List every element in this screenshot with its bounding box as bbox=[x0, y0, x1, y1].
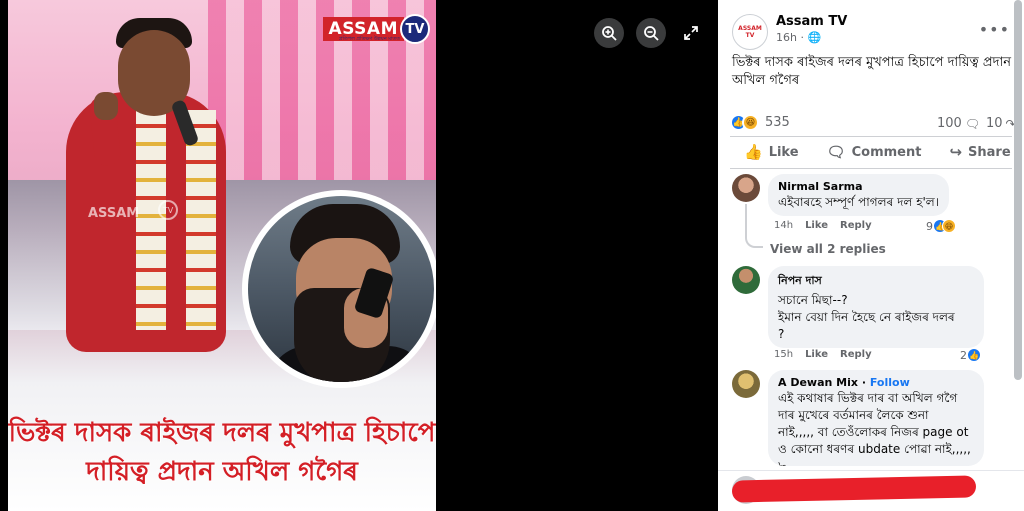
share-button[interactable]: ↪ Share bbox=[935, 138, 1024, 166]
watermark: ASSAM bbox=[88, 206, 140, 221]
post-header: ASSAM TV Assam TV 16h · 🌐 bbox=[732, 14, 847, 50]
reaction-summary[interactable]: 👍 😆 535 bbox=[730, 114, 790, 131]
speaker-hand bbox=[94, 92, 118, 120]
comment-reactions[interactable]: 9 👍 😆 bbox=[926, 219, 956, 233]
avatar-logo: ASSAM TV bbox=[738, 25, 762, 39]
globe-icon: 🌐 bbox=[807, 31, 822, 44]
inset-portrait-photo bbox=[248, 196, 434, 382]
comment-reply-button[interactable]: Reply bbox=[840, 220, 872, 231]
comment: Nirmal Sarma এইবাৰহে সম্পূৰ্ণ পাগলৰ দল হ… bbox=[732, 174, 950, 216]
image-headline: ভিক্টৰ দাসক ৰাইজৰ দলৰ মুখপাত্ৰ হিচাপে দা… bbox=[8, 414, 436, 492]
divider bbox=[730, 136, 1012, 137]
comment-button[interactable]: 🗨 Comment bbox=[813, 138, 936, 166]
commenter-avatar[interactable] bbox=[732, 266, 760, 294]
thread-hook bbox=[745, 230, 763, 248]
follow-button[interactable]: Follow bbox=[870, 376, 910, 389]
like-label: Like bbox=[768, 144, 799, 160]
comment-text-line: সচানে মিছা--? bbox=[778, 293, 848, 307]
share-count[interactable]: 10 ↷ bbox=[986, 116, 1016, 131]
comment-text: এইবাৰহে সম্পূৰ্ণ পাগলৰ দল হ'ল। bbox=[778, 195, 940, 209]
inset-portrait bbox=[242, 190, 436, 388]
haha-reaction-icon: 😆 bbox=[942, 219, 956, 233]
page-name[interactable]: Assam TV bbox=[776, 14, 847, 29]
comment-meta: 15h Like Reply bbox=[774, 349, 884, 360]
comment-time[interactable]: 14h bbox=[774, 220, 793, 231]
logo-tagline: প্ৰতিপল প্ৰতিক্ষণ উন্নয়ন মাতত bbox=[338, 36, 400, 42]
share-count-value: 10 bbox=[986, 116, 1003, 131]
comment-bubble: নিপন দাস সচানে মিছা--? ইমান বেয়া দিন হৈ… bbox=[768, 266, 984, 348]
comment-text-line: ৮ bbox=[778, 459, 786, 466]
comment-text-line: এই কথাষাৰ ভিক্টৰ দাৰ বা অখিল গগৈ bbox=[778, 391, 958, 405]
comment-like-button[interactable]: Like bbox=[805, 349, 828, 360]
like-reaction-icon: 👍 bbox=[967, 348, 981, 362]
commenter-name[interactable]: Nirmal Sarma bbox=[778, 180, 939, 193]
gamosa-scarf bbox=[136, 110, 166, 330]
comment-reactions[interactable]: 2 👍 bbox=[960, 348, 981, 362]
share-icon: ↪ bbox=[949, 143, 963, 161]
post-actions: 👍 Like 🗨 Comment ↪ Share bbox=[730, 138, 1012, 166]
post-sidebar: ASSAM TV Assam TV 16h · 🌐 ••• ভিক্টৰ দাস… bbox=[718, 0, 1024, 511]
comment-count-value: 100 bbox=[937, 116, 962, 131]
reaction-count: 535 bbox=[765, 115, 790, 130]
comment-bubble: A Dewan Mix · Follow এই কথাষাৰ ভিক্টৰ দা… bbox=[768, 370, 984, 466]
view-replies-link[interactable]: View all 2 replies bbox=[770, 242, 886, 256]
commenter-header: A Dewan Mix · Follow bbox=[778, 376, 910, 389]
commenter-avatar[interactable] bbox=[732, 174, 760, 202]
comment-text-line: ও কোনো ধৰণৰ ubdate পোৱা নাই,,,,, bbox=[778, 442, 971, 456]
more-options-icon[interactable]: ••• bbox=[979, 20, 1010, 39]
divider bbox=[730, 168, 1012, 169]
comment-count-icon: 🗨 bbox=[964, 116, 981, 131]
like-button[interactable]: 👍 Like bbox=[730, 138, 813, 166]
comment-icon: 🗨 bbox=[826, 143, 846, 161]
fullscreen-button[interactable] bbox=[676, 18, 706, 48]
thumbs-up-icon: 👍 bbox=[744, 143, 763, 161]
commenter-name[interactable]: নিপন দাস bbox=[778, 272, 974, 291]
share-label: Share bbox=[968, 144, 1011, 160]
photo-viewer: ASSAM TV প্ৰতিপল প্ৰতিক্ষণ উন্নয়ন মাতত … bbox=[0, 0, 718, 511]
comment-like-button[interactable]: Like bbox=[805, 220, 828, 231]
headline-line-2: দায়িত্ব প্ৰদান অখিল গগৈৰ bbox=[86, 457, 358, 487]
expand-icon bbox=[684, 26, 698, 40]
comment-bubble: Nirmal Sarma এইবাৰহে সম্পূৰ্ণ পাগলৰ দল হ… bbox=[768, 174, 950, 216]
zoom-out-button[interactable] bbox=[636, 18, 666, 48]
commenter-avatar[interactable] bbox=[732, 370, 760, 398]
haha-reaction-icon: 😆 bbox=[742, 114, 759, 131]
comment-meta: 14h Like Reply bbox=[774, 220, 884, 231]
post-time[interactable]: 16h · 🌐 bbox=[776, 31, 847, 44]
comment: নিপন দাস সচানে মিছা--? ইমান বেয়া দিন হৈ… bbox=[732, 266, 984, 348]
thread-line bbox=[745, 204, 747, 232]
watermark-tv: TV bbox=[158, 200, 178, 220]
commenter-name[interactable]: A Dewan Mix bbox=[778, 376, 858, 389]
comment-time[interactable]: 15h bbox=[774, 349, 793, 360]
comment-reaction-count: 2 bbox=[960, 348, 967, 362]
comment-text-line: নাই,,,,, বা তেওঁলোকৰ নিজৰ page ot bbox=[778, 425, 969, 439]
comment-label: Comment bbox=[851, 144, 922, 160]
post-meta: Assam TV 16h · 🌐 bbox=[776, 14, 847, 50]
comment-text-line: ইমান বেয়া দিন হৈছে নে ৰাইজৰ দলৰ bbox=[778, 310, 955, 324]
comment-text-line: ? bbox=[778, 327, 785, 341]
comment-count[interactable]: 100 🗨 bbox=[937, 116, 980, 131]
comment-reply-button[interactable]: Reply bbox=[840, 349, 872, 360]
post-image[interactable]: ASSAM TV প্ৰতিপল প্ৰতিক্ষণ উন্নয়ন মাতত … bbox=[8, 0, 436, 511]
comment: A Dewan Mix · Follow এই কথাষাৰ ভিক্টৰ দা… bbox=[732, 370, 984, 466]
post-caption: ভিক্টৰ দাসক ৰাইজৰ দলৰ মুখপাত্ৰ হিচাপে দা… bbox=[732, 55, 1011, 88]
comment-reaction-count: 9 bbox=[926, 219, 933, 233]
headline-line-1: ভিক্টৰ দাসক ৰাইজৰ দলৰ মুখপাত্ৰ হিচাপে bbox=[8, 418, 436, 448]
zoom-in-button[interactable] bbox=[594, 18, 624, 48]
page-avatar[interactable]: ASSAM TV bbox=[732, 14, 768, 50]
scrollbar[interactable] bbox=[1014, 0, 1022, 380]
zoom-in-icon bbox=[602, 26, 617, 41]
logo-tv: TV bbox=[400, 14, 430, 44]
zoom-out-icon bbox=[644, 26, 659, 41]
comment-text-line: দাৰ মুখেৰে বৰ্তমানৰ লৈকে শুনা bbox=[778, 408, 929, 422]
post-timestamp: 16h · bbox=[776, 31, 808, 44]
